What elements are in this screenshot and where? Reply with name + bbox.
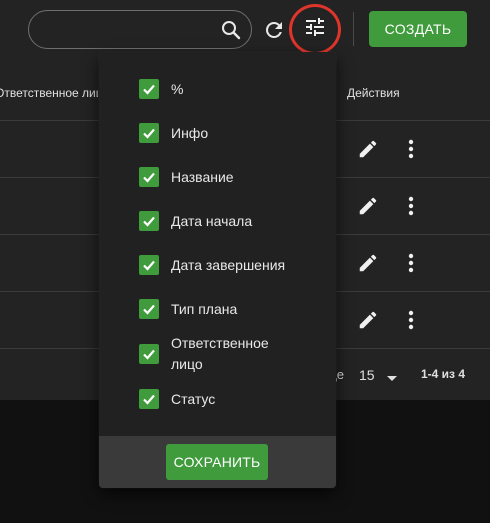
menu-item-label: Тип плана <box>171 301 238 317</box>
save-button[interactable]: СОХРАНИТЬ <box>166 444 268 480</box>
chevron-down-icon[interactable] <box>385 372 399 382</box>
more-vert-icon[interactable] <box>401 252 421 274</box>
checkbox-checked-icon[interactable] <box>139 344 159 364</box>
table-row-actions <box>357 195 427 219</box>
menu-item-label: Название <box>171 169 234 185</box>
menu-item-percent[interactable]: % <box>139 79 283 100</box>
menu-item-label: Статус <box>171 391 216 407</box>
checkbox-checked-icon[interactable] <box>139 255 159 275</box>
checkbox-checked-icon[interactable] <box>139 389 159 409</box>
checkbox-checked-icon[interactable] <box>139 79 159 99</box>
page-size-select[interactable]: 15 <box>359 367 375 383</box>
checkbox-checked-icon[interactable] <box>139 211 159 231</box>
edit-icon[interactable] <box>357 195 379 217</box>
table-row-actions <box>357 309 427 333</box>
refresh-icon[interactable] <box>262 18 286 42</box>
columns-settings-button[interactable] <box>289 4 341 55</box>
column-header-actions: Действия <box>347 86 400 100</box>
column-header-responsible[interactable]: Ответственное лицо <box>0 86 98 100</box>
table-row-actions <box>357 138 427 162</box>
more-vert-icon[interactable] <box>401 195 421 217</box>
toolbar: СОЗДАТЬ <box>0 0 490 58</box>
page: СОЗДАТЬ Ответственное лицо Действия <box>0 0 490 523</box>
more-vert-icon[interactable] <box>401 138 421 160</box>
edit-icon[interactable] <box>357 138 379 160</box>
more-vert-icon[interactable] <box>401 309 421 331</box>
menu-item-label: Ответственное лицо <box>171 335 269 372</box>
menu-item-label: Инфо <box>171 125 209 141</box>
search-icon[interactable] <box>219 18 243 42</box>
checkbox-checked-icon[interactable] <box>139 299 159 319</box>
menu-item-label: Дата завершения <box>171 257 286 273</box>
menu-item-responsible[interactable]: Ответственное лицо <box>139 333 276 375</box>
search-input[interactable] <box>28 10 252 49</box>
column-visibility-menu: % Инфо Название Дата начала Дата заверше… <box>99 52 336 488</box>
menu-item-end-date[interactable]: Дата завершения <box>139 255 301 276</box>
menu-item-name[interactable]: Название <box>139 167 283 188</box>
table-row-actions <box>357 252 427 276</box>
menu-item-label: % <box>171 81 184 97</box>
pagination-range: 1-4 из 4 <box>421 367 466 381</box>
edit-icon[interactable] <box>357 252 379 274</box>
checkbox-checked-icon[interactable] <box>139 123 159 143</box>
menu-item-start-date[interactable]: Дата начала <box>139 211 283 232</box>
menu-item-plan-type[interactable]: Тип плана <box>139 299 283 320</box>
menu-item-info[interactable]: Инфо <box>139 123 283 144</box>
menu-item-label: Дата начала <box>171 213 253 229</box>
menu-footer: СОХРАНИТЬ <box>99 436 336 488</box>
toolbar-divider <box>353 12 354 46</box>
create-button[interactable]: СОЗДАТЬ <box>369 11 467 47</box>
edit-icon[interactable] <box>357 309 379 331</box>
tune-icon <box>303 15 327 44</box>
checkbox-checked-icon[interactable] <box>139 167 159 187</box>
menu-item-status[interactable]: Статус <box>139 389 283 410</box>
